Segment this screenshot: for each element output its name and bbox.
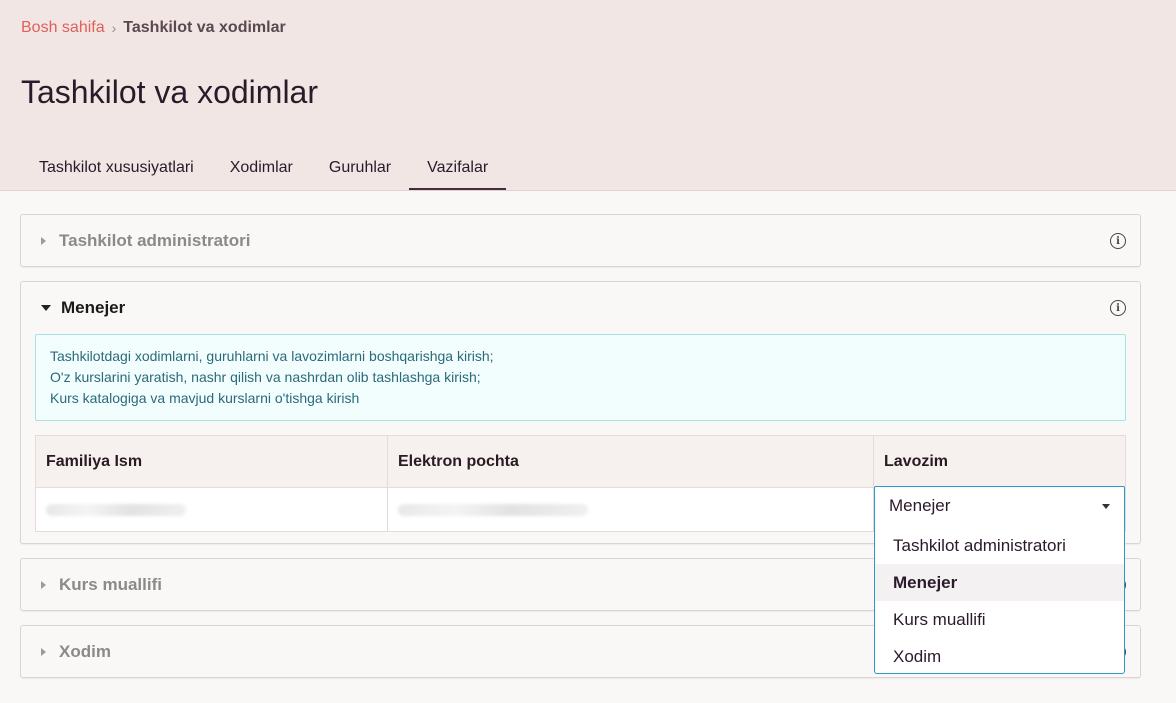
role-description: Tashkilotdagi xodimlarni, guruhlarni va … — [35, 334, 1126, 421]
panel-title: Kurs muallifi — [59, 575, 162, 594]
description-line: Tashkilotdagi xodimlarni, guruhlarni va … — [50, 348, 494, 364]
breadcrumb-home-link[interactable]: Bosh sahifa — [21, 19, 105, 37]
redacted-name — [46, 503, 186, 516]
dropdown-arrow-icon[interactable] — [1102, 504, 1110, 509]
table-header: Familiya Ism Elektron pochta Lavozim — [36, 436, 1125, 488]
caret-right-icon — [41, 237, 46, 245]
panel-header-manager[interactable]: Menejer i — [21, 282, 1140, 334]
tab-bar: Tashkilot xususiyatlari Xodimlar Guruhla… — [21, 150, 507, 190]
column-header-email: Elektron pochta — [388, 436, 874, 487]
caret-right-icon — [41, 648, 46, 656]
redacted-email — [398, 503, 588, 516]
role-select[interactable]: Menejer — [874, 486, 1125, 526]
caret-down-icon — [41, 305, 51, 311]
panel-organization-admin: Tashkilot administratori i — [20, 214, 1141, 267]
page-title: Tashkilot va xodimlar — [21, 74, 318, 110]
page-header: Bosh sahifa › Tashkilot va xodimlar Tash… — [0, 0, 1176, 191]
panel-title: Tashkilot administratori — [59, 231, 251, 250]
cell-full-name — [36, 488, 388, 531]
option-employee[interactable]: Xodim — [875, 638, 1124, 675]
tab-employees[interactable]: Xodimlar — [212, 150, 311, 190]
option-organization-admin[interactable]: Tashkilot administratori — [875, 527, 1124, 564]
option-course-author[interactable]: Kurs muallifi — [875, 601, 1124, 638]
panel-header-organization-admin[interactable]: Tashkilot administratori i — [21, 215, 1140, 267]
column-header-position: Lavozim — [884, 452, 949, 470]
info-icon[interactable]: i — [1110, 233, 1126, 249]
caret-right-icon — [41, 581, 46, 589]
panel-title: Menejer — [61, 298, 126, 317]
description-line: O'z kurslarini yaratish, nashr qilish va… — [50, 369, 481, 385]
tab-roles[interactable]: Vazifalar — [409, 150, 507, 190]
description-line: Kurs katalogiga va mavjud kurslarni o'ti… — [50, 390, 360, 406]
breadcrumb-current: Tashkilot va xodimlar — [123, 19, 286, 36]
role-select-value: Menejer — [889, 496, 951, 515]
panel-title: Xodim — [59, 642, 111, 661]
cell-email — [388, 488, 874, 531]
breadcrumb-separator: › — [111, 20, 117, 36]
tab-organization-properties[interactable]: Tashkilot xususiyatlari — [21, 150, 212, 190]
tab-groups[interactable]: Guruhlar — [311, 150, 409, 190]
role-dropdown-menu: Tashkilot administratori Menejer Kurs mu… — [874, 525, 1125, 674]
option-manager[interactable]: Menejer — [875, 564, 1124, 601]
column-header-full-name: Familiya Ism — [36, 436, 388, 487]
breadcrumb: Bosh sahifa › Tashkilot va xodimlar — [21, 19, 286, 37]
info-icon[interactable]: i — [1110, 300, 1126, 316]
